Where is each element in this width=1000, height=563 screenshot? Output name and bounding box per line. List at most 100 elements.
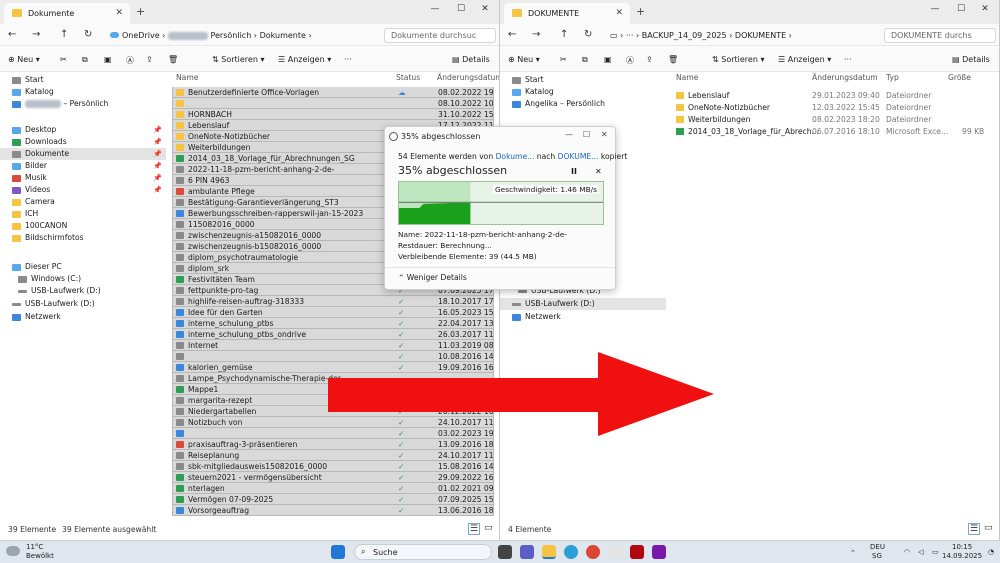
nav-desktop[interactable]: Desktop 📌 [0, 124, 166, 136]
nav-start[interactable]: Start [500, 74, 666, 86]
file-row[interactable]: margarita-rezept [172, 395, 494, 406]
file-row[interactable]: interne_schulung_ptbs_ondrive ✓ 26.03.2017… [172, 329, 494, 340]
nav-usb-d-2[interactable]: USB-Laufwerk (D:) [0, 298, 166, 310]
nav-catalog[interactable]: Katalog [0, 86, 166, 98]
file-row[interactable]: 08.10.2022 10:0 [172, 98, 494, 109]
maximize-icon[interactable]: ☐ [583, 130, 590, 139]
file-row[interactable]: kalorien_gemüse ✓ 19.09.2016 16:5 [172, 362, 494, 373]
battery-icon[interactable]: ▭ [932, 548, 939, 556]
file-row[interactable]: Weiterbildungen 08.02.2023 18:20 Dateiordn… [674, 114, 996, 125]
details-view-icon[interactable]: ☰ [468, 523, 481, 535]
nav-music[interactable]: Musik 📌 [0, 172, 166, 184]
clock-time[interactable]: 10:15 [952, 543, 972, 551]
column-header-type[interactable]: Typ [886, 73, 899, 85]
nav-catalog[interactable]: Katalog [500, 86, 666, 98]
column-header-size[interactable]: Größe [948, 73, 971, 85]
pause-icon[interactable]: II [571, 167, 577, 176]
file-row[interactable]: Vermögen 07-09-2025 ✓ 07.09.2025 15:5 [172, 494, 494, 505]
rename-icon[interactable]: Ⓐ [126, 55, 134, 66]
sort-button[interactable]: ⇅ Sortieren ▾ [712, 55, 764, 64]
column-header-name[interactable]: Name [676, 73, 698, 85]
close-icon[interactable]: ✕ [601, 130, 608, 139]
delete-icon[interactable]: 🗑 [168, 55, 178, 64]
notification-bell-icon[interactable]: ◔ [988, 548, 994, 556]
share-icon[interactable]: ⇪ [646, 55, 653, 64]
copy-icon[interactable]: ⧉ [582, 55, 588, 65]
nav-onedrive-personal[interactable]: – Persönlich [0, 98, 166, 110]
nav-documents[interactable]: Dokumente 📌 [0, 148, 166, 160]
file-row[interactable]: Reiseplanung ✓ 24.10.2017 11:3 [172, 450, 494, 461]
nav-windows-c[interactable]: Windows (C:) [0, 273, 166, 285]
column-header-name[interactable]: Name [176, 73, 198, 85]
netflix-icon[interactable] [630, 545, 644, 559]
more-icon[interactable]: ··· [344, 55, 352, 64]
share-icon[interactable]: ⇪ [146, 55, 153, 64]
up-icon[interactable]: ↑ [60, 29, 68, 40]
tab-dokumente[interactable]: DOKUMENTE ✕ [504, 3, 630, 24]
file-row[interactable]: Lampe_Psychodynamische-Therapie-der [172, 373, 494, 384]
minimize-icon[interactable]: — [428, 4, 442, 14]
view-button[interactable]: ☰ Anzeigen ▾ [778, 55, 831, 64]
copy-icon[interactable]: ⧉ [82, 55, 88, 65]
view-button[interactable]: ☰ Anzeigen ▾ [278, 55, 331, 64]
nav-start[interactable]: Start [0, 74, 166, 86]
file-row[interactable]: sbk-mitgliedausweis15082016_0000 ✓ 15.08.2… [172, 461, 494, 472]
cancel-icon[interactable]: ✕ [595, 167, 602, 176]
details-view-icon[interactable]: ☰ [968, 523, 981, 535]
close-tab-icon[interactable]: ✕ [115, 8, 123, 18]
nav-videos[interactable]: Videos 📌 [0, 184, 166, 196]
more-icon[interactable]: ··· [844, 55, 852, 64]
edge-icon[interactable] [564, 545, 578, 559]
file-explorer-icon[interactable] [542, 545, 556, 559]
file-row[interactable]: highlife-reisen-auftrag-318333 ✓ 18.10.201… [172, 296, 494, 307]
search-input[interactable]: Dokumente durchsuc [384, 28, 496, 43]
details-button[interactable]: ▤ Details [452, 55, 490, 64]
clock-date[interactable]: 14.09.2025 [942, 552, 982, 560]
column-header-date[interactable]: Änderungsdatum [812, 73, 878, 85]
weather-icon[interactable] [6, 546, 20, 556]
cut-icon[interactable]: ✂ [560, 55, 567, 64]
tiles-view-icon[interactable]: ▭ [984, 523, 993, 533]
wifi-icon[interactable]: ◠ [904, 548, 910, 556]
file-row[interactable]: 2014_03_18_Vorlage_für_Abrech... 06.07.20… [674, 126, 996, 137]
fewer-details-button[interactable]: ⌃ Weniger Details [398, 273, 467, 282]
file-row[interactable]: Benutzerdefinierte Office-Vorlagen ☁ 08.02… [172, 87, 494, 98]
nav-screenshots[interactable]: Bildschirmfotos [0, 232, 166, 244]
file-row[interactable]: Idee für den Garten ✓ 16.05.2023 15:5 [172, 307, 494, 318]
store-icon[interactable] [608, 545, 622, 559]
new-button[interactable]: ⊕ Neu ▾ [508, 55, 540, 64]
search-input[interactable]: DOKUMENTE durchs [884, 28, 996, 43]
file-row[interactable]: steuern2021 - vermögensübersicht ✓ 29.09.2… [172, 472, 494, 483]
breadcrumb[interactable]: OneDrive › Persönlich › Dokumente › [110, 31, 312, 40]
nav-ich[interactable]: ICH [0, 208, 166, 220]
delete-icon[interactable]: 🗑 [668, 55, 678, 64]
nav-100canon[interactable]: 100CANON [0, 220, 166, 232]
crumb-onedrive[interactable]: OneDrive [122, 31, 160, 40]
cut-icon[interactable]: ✂ [60, 55, 67, 64]
crumb-backup[interactable]: BACKUP_14_09_2025 [642, 31, 727, 40]
back-icon[interactable]: ← [508, 29, 516, 40]
close-icon[interactable]: ✕ [978, 4, 992, 14]
maximize-icon[interactable]: ☐ [454, 4, 468, 14]
paste-icon[interactable]: ▣ [604, 55, 612, 64]
breadcrumb[interactable]: ▭ › ··· › BACKUP_14_09_2025 › DOKUMENTE … [610, 31, 792, 40]
nav-onedrive-personal[interactable]: Angelika – Persönlich [500, 98, 666, 110]
nav-camera[interactable]: Camera [0, 196, 166, 208]
tray-chevron-icon[interactable]: ⌃ [850, 549, 856, 557]
paste-icon[interactable]: ▣ [104, 55, 112, 64]
column-header-date[interactable]: Änderungsdatum [437, 73, 499, 85]
volume-icon[interactable]: ◁ [918, 548, 923, 556]
file-row[interactable]: Mappe1 [172, 384, 494, 395]
file-row[interactable]: Niedergartabellen ✓ 20.12.2022 16:3 [172, 406, 494, 417]
minimize-icon[interactable]: — [565, 130, 573, 139]
nav-network[interactable]: Netzwerk [0, 311, 166, 323]
new-button[interactable]: ⊕ Neu ▾ [8, 55, 40, 64]
file-row[interactable]: nterlagen ✓ 01.02.2021 09:1 [172, 483, 494, 494]
file-row[interactable]: OneNote-Notizbücher 12.03.2022 15:45 Datei… [674, 102, 996, 113]
nav-downloads[interactable]: Downloads 📌 [0, 136, 166, 148]
file-row[interactable]: Lebenslauf 29.01.2023 09:40 Dateiordner [674, 90, 996, 101]
nav-usb-d-selected[interactable]: USB-Laufwerk (D:) [500, 298, 666, 310]
rename-icon[interactable]: Ⓐ [626, 55, 634, 66]
nav-network[interactable]: Netzwerk [500, 311, 666, 323]
file-row[interactable]: HORNBACH 31.10.2022 15:1 [172, 109, 494, 120]
